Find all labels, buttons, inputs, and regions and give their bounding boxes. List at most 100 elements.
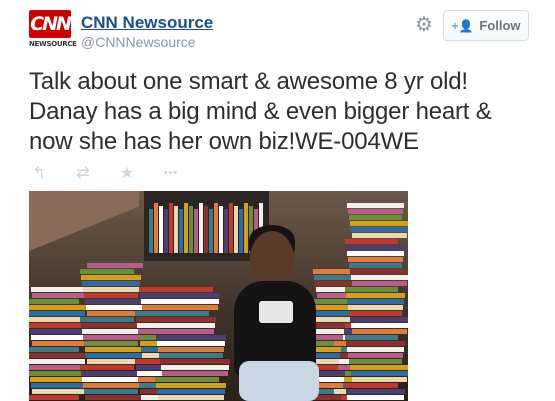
photo-shirt-logo — [259, 301, 293, 323]
tweet-text: Talk about one smart & awesome 8 yr old!… — [29, 68, 492, 155]
photo-book — [164, 209, 168, 253]
photo-book — [31, 287, 89, 292]
photo-book — [346, 389, 405, 394]
photo-book — [31, 383, 89, 388]
photo-book — [350, 365, 408, 370]
photo-book — [214, 203, 218, 253]
photo-book — [169, 203, 173, 253]
photo-book — [347, 299, 404, 304]
photo-book — [31, 335, 89, 340]
photo-book — [155, 377, 219, 382]
photo-book — [350, 221, 408, 226]
photo-book — [142, 305, 218, 310]
photo-book — [81, 371, 141, 376]
tweet-actions: ↰ ⇄ ★ ••• — [30, 163, 206, 183]
avatar[interactable]: CNN NEWSOURCE — [29, 10, 77, 52]
photo-book — [83, 287, 139, 292]
photo-book — [313, 317, 354, 322]
photo-book — [141, 299, 219, 304]
handle[interactable]: @CNNNewsource — [81, 33, 213, 51]
photo-book — [199, 203, 203, 253]
account-names: CNN Newsource @CNNNewsource — [81, 13, 213, 51]
photo-book — [179, 209, 183, 253]
photo-book — [157, 341, 225, 346]
photo-book — [244, 203, 248, 253]
photo-book — [32, 293, 88, 298]
photo-book — [209, 209, 213, 253]
photo-book — [80, 269, 134, 274]
photo-book — [184, 203, 188, 253]
photo-book — [219, 206, 223, 253]
photo-book — [30, 329, 90, 334]
tweet-photo[interactable] — [29, 191, 408, 401]
photo-book — [158, 395, 224, 400]
photo-book — [84, 341, 138, 346]
photo-book — [347, 251, 404, 256]
photo-book — [234, 206, 238, 253]
photo-book — [313, 269, 354, 274]
photo-book — [239, 209, 243, 253]
photo-book — [346, 245, 405, 250]
gear-icon[interactable]: ⚙ — [413, 14, 435, 36]
photo-book — [83, 335, 139, 340]
photo-book — [310, 299, 349, 304]
photo-book — [352, 281, 407, 286]
photo-book — [162, 371, 228, 376]
photo-book — [348, 305, 403, 310]
photo-book — [29, 347, 79, 352]
photo-book — [347, 203, 404, 208]
photo-book — [86, 353, 144, 358]
photo-book — [29, 353, 86, 358]
photo-book — [87, 263, 143, 268]
photo-book — [314, 275, 353, 280]
favorite-icon[interactable]: ★ — [118, 163, 136, 183]
retweet-icon[interactable]: ⇄ — [74, 163, 92, 183]
photo-book — [32, 389, 88, 394]
photo-book — [29, 305, 86, 310]
cnn-logo: CNN — [29, 10, 72, 38]
photo-book — [80, 365, 134, 370]
photo-book — [346, 341, 405, 346]
photo-book — [86, 305, 144, 310]
photo-book — [347, 347, 404, 352]
photo-book — [82, 329, 140, 334]
photo-book — [348, 209, 403, 214]
photo-book — [30, 377, 90, 382]
add-user-icon: +👤 — [451, 18, 474, 33]
photo-book — [224, 209, 228, 253]
photo-book — [351, 371, 408, 376]
photo-book — [85, 299, 145, 304]
photo-book — [352, 377, 407, 382]
photo-book — [149, 209, 153, 253]
photo-book — [159, 206, 163, 253]
photo-book — [345, 383, 398, 388]
photo-book — [159, 353, 223, 358]
photo-book — [29, 299, 79, 304]
photo-book — [84, 293, 138, 298]
photo-book — [83, 383, 139, 388]
photo-book — [349, 215, 402, 220]
more-icon[interactable]: ••• — [162, 167, 180, 179]
follow-button[interactable]: +👤 Follow — [443, 10, 529, 41]
photo-book — [345, 335, 398, 340]
photo-book — [138, 329, 214, 334]
photo-book — [32, 341, 88, 346]
photo-book — [160, 359, 230, 364]
photo-book — [351, 227, 408, 232]
photo-book — [350, 317, 408, 322]
photo-book — [154, 203, 158, 253]
photo-book — [349, 311, 402, 316]
photo-book — [204, 206, 208, 253]
photo-book — [351, 275, 408, 280]
photo-book — [352, 329, 407, 334]
photo-book — [345, 239, 398, 244]
reply-icon[interactable]: ↰ — [30, 163, 48, 183]
photo-book — [229, 203, 233, 253]
photo-book — [85, 395, 145, 400]
display-name[interactable]: CNN Newsource — [81, 13, 213, 33]
photo-book — [29, 317, 84, 322]
photo-book — [81, 323, 141, 328]
photo-girl-head — [250, 231, 294, 287]
photo-book — [29, 395, 79, 400]
photo-book — [29, 311, 85, 316]
